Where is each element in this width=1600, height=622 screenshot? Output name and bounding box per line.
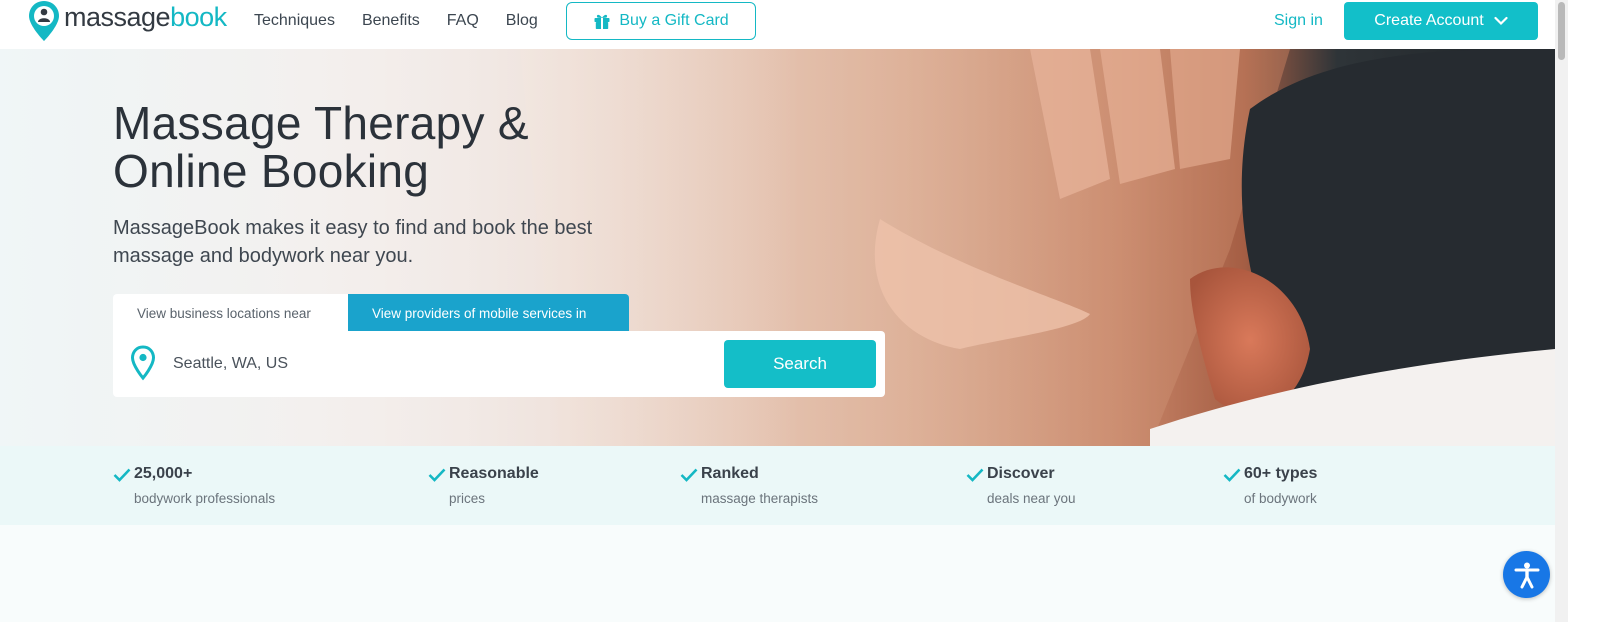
buy-gift-card-button[interactable]: Buy a Gift Card [566, 2, 756, 40]
gift-button-label: Buy a Gift Card [619, 12, 729, 29]
feature-title: 25,000+ [134, 465, 193, 482]
checkmark-icon [966, 468, 984, 482]
features-strip: 25,000+ bodywork professionals Reasonabl… [0, 446, 1555, 525]
scrollbar-thumb[interactable] [1558, 2, 1565, 60]
create-account-button[interactable]: Create Account [1344, 2, 1538, 40]
feature-title: 60+ types [1244, 465, 1318, 482]
chevron-down-icon [1494, 16, 1508, 26]
hero-subtitle: MassageBook makes it easy to find and bo… [113, 217, 593, 267]
checkmark-icon [1223, 468, 1241, 482]
feature-title: Discover [987, 465, 1055, 482]
feature-title: Ranked [701, 465, 759, 482]
tab-mobile-providers[interactable]: View providers of mobile services in [348, 294, 629, 332]
sign-in-link[interactable]: Sign in [1274, 11, 1323, 31]
feature-title: Reasonable [449, 465, 539, 482]
main-menu: Techniques Benefits FAQ Blog [254, 11, 565, 31]
search-button[interactable]: Search [724, 340, 876, 388]
accessibility-button[interactable] [1503, 551, 1550, 598]
nav-link-benefits[interactable]: Benefits [362, 11, 420, 31]
page-title: Massage Therapy & Online Booking [113, 97, 529, 197]
brand-wordmark: massagebook [64, 1, 227, 32]
location-input[interactable] [173, 349, 693, 379]
page-content-area [0, 525, 1555, 622]
gift-icon [594, 14, 610, 29]
feature-subtitle: massage therapists [701, 491, 819, 506]
nav-link-techniques[interactable]: Techniques [254, 11, 335, 31]
search-mode-tabs: View business locations near View provid… [113, 294, 629, 332]
feature-subtitle: of bodywork [1244, 491, 1317, 506]
nav-link-faq[interactable]: FAQ [447, 11, 479, 31]
nav-link-blog[interactable]: Blog [506, 11, 538, 31]
top-navigation: massagebook Techniques Benefits FAQ Blog… [0, 0, 1568, 49]
map-pin-icon [130, 345, 156, 381]
map-pin-person-icon [29, 1, 59, 41]
location-search-form: Search [113, 331, 885, 397]
checkmark-icon [113, 468, 131, 482]
tab-business-locations[interactable]: View business locations near [113, 294, 348, 332]
page-scrollbar[interactable] [1555, 0, 1568, 622]
feature-subtitle: bodywork professionals [134, 491, 276, 506]
brand-logo[interactable]: massagebook [27, 0, 227, 42]
feature-subtitle: prices [449, 491, 486, 506]
hero-section: Massage Therapy & Online Booking Massage… [0, 49, 1555, 446]
feature-subtitle: deals near you [987, 491, 1076, 506]
checkmark-icon [680, 468, 698, 482]
create-account-label: Create Account [1374, 12, 1484, 29]
checkmark-icon [428, 468, 446, 482]
accessibility-person-icon [1514, 562, 1539, 588]
